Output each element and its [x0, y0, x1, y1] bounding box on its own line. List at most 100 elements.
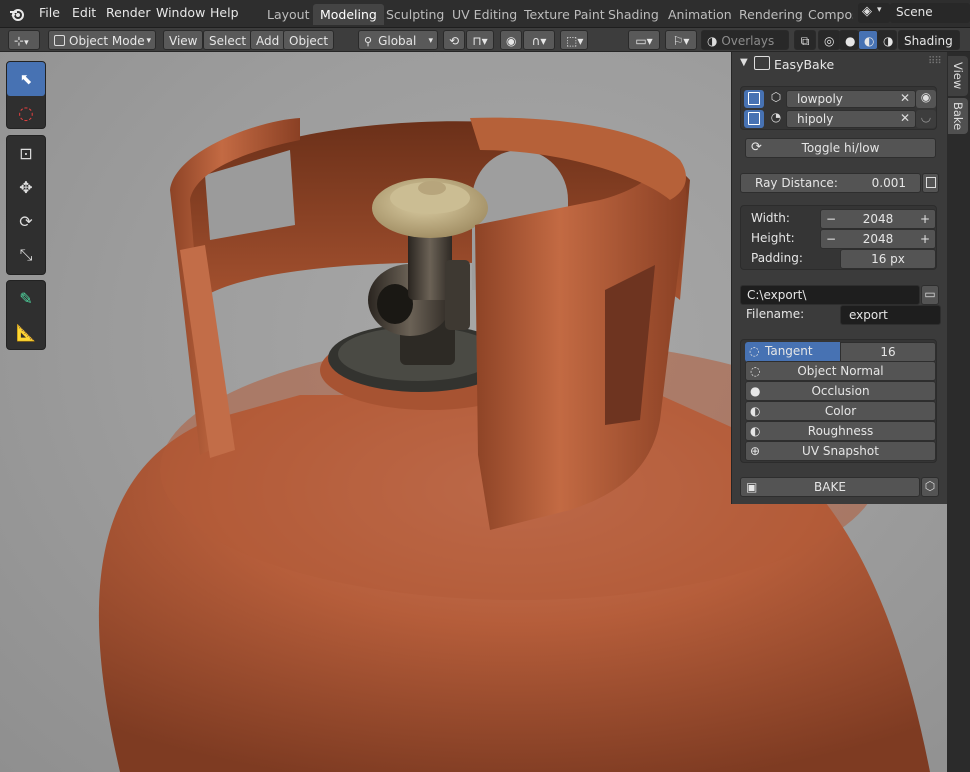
decrement-height-icon[interactable]: −	[826, 230, 836, 248]
shading-dropdown[interactable]: Shading ▾	[898, 30, 960, 68]
roughness-sphere-icon: ◐	[750, 424, 761, 438]
clear-lowpoly-icon[interactable]: ✕	[900, 91, 910, 105]
increment-height-icon[interactable]: +	[920, 230, 930, 248]
ray-distance-field[interactable]: Ray Distance: 0.001	[740, 173, 921, 193]
orientation-dropdown[interactable]: ⚲ Global ▾	[358, 30, 438, 50]
occlusion-toggle[interactable]: ● Occlusion	[745, 381, 936, 401]
scene-selector[interactable]: ◈ ▾	[858, 3, 890, 23]
uv-snapshot-toggle[interactable]: ⊕ UV Snapshot	[745, 441, 936, 461]
select-menu[interactable]: Select	[203, 30, 253, 50]
tab-modeling[interactable]: Modeling	[313, 4, 384, 25]
overlays-label: Overlays	[721, 34, 775, 48]
menu-window[interactable]: Window	[150, 4, 211, 22]
lowpoly-field[interactable]: lowpoly	[786, 90, 916, 108]
hipoly-field[interactable]: hipoly	[786, 110, 916, 128]
roughness-toggle[interactable]: ◐ Roughness	[745, 421, 936, 441]
wireframe-shading-button[interactable]: ◎	[818, 30, 840, 50]
folder-icon[interactable]: ▭	[921, 285, 939, 305]
overlays-icon: ◑	[707, 34, 718, 48]
toggle-hi-low-button[interactable]: ⟳ Toggle hi/low	[745, 138, 936, 158]
viewport-header: ⊹▾ Object Mode ▾ View Select Add Object ⚲…	[0, 28, 970, 68]
menu-file[interactable]: File	[33, 4, 66, 22]
clear-hipoly-icon[interactable]: ✕	[900, 111, 910, 125]
tangent-normal-samples[interactable]: 16	[840, 342, 936, 362]
decrement-width-icon[interactable]: −	[826, 210, 836, 228]
export-path-value: C:\export\	[747, 288, 807, 302]
mesh-bake-icon[interactable]: ⬡	[921, 477, 939, 497]
collection-icon	[748, 112, 760, 125]
snap-target-button[interactable]: ⊓▾	[466, 30, 494, 50]
mode-dropdown[interactable]: Object Mode ▾	[48, 30, 156, 50]
tab-layout[interactable]: Layout	[260, 4, 317, 25]
mesh-icon: ⬡	[770, 90, 782, 104]
padding-field[interactable]: 16 px	[840, 249, 936, 269]
tab-animation[interactable]: Animation	[661, 4, 739, 25]
collapse-triangle-icon[interactable]: ▼	[740, 57, 748, 68]
view-menu[interactable]: View	[163, 30, 204, 50]
tab-shading[interactable]: Shading	[601, 4, 666, 25]
menu-render[interactable]: Render	[100, 4, 157, 22]
add-menu[interactable]: Add	[250, 30, 286, 50]
tangent-normal-toggle[interactable]: ◌Tangent Nor..	[745, 342, 840, 376]
collection-icon	[748, 92, 760, 105]
object-menu[interactable]: Object	[283, 30, 335, 50]
tab-bake[interactable]: Bake	[948, 98, 968, 134]
object-type-visibility-button[interactable]: ▭▾	[628, 30, 660, 50]
scale-tool[interactable]: ⤡	[7, 238, 45, 272]
rotate-icon: ⟳	[19, 211, 33, 231]
proportional-edit-button[interactable]: ◉	[500, 30, 522, 50]
object-normal-label: Object Normal	[797, 364, 884, 378]
tab-compositing[interactable]: Compos	[801, 4, 853, 25]
width-field[interactable]: − 2048 +	[820, 209, 936, 229]
move-tool[interactable]: ✥	[7, 170, 45, 204]
overlays-dropdown[interactable]: ◑ Overlays ▾	[701, 30, 789, 68]
falloff-button[interactable]: ∩▾	[523, 30, 555, 50]
measure-tool[interactable]: 📐	[7, 315, 45, 349]
object-normal-toggle[interactable]: ◌ Object Normal	[745, 361, 936, 381]
viewport-gizmos-button[interactable]: ⚐▾	[665, 30, 697, 50]
blender-logo-icon[interactable]	[8, 5, 26, 23]
rotate-tool[interactable]: ⟳	[7, 204, 45, 238]
tool-group-transform: ⊡ ✥ ⟳ ⤡	[6, 135, 46, 275]
eye-icon[interactable]: ◉	[916, 90, 936, 108]
tab-texture-paint[interactable]: Texture Paint	[517, 4, 612, 25]
select-box-tool[interactable]: ⬉	[7, 62, 45, 96]
width-value: 2048	[862, 212, 894, 226]
material-preview-button[interactable]: ◐	[858, 30, 878, 50]
annotate-tool[interactable]: ✎	[7, 281, 45, 315]
wireframe-icon: ◎	[824, 34, 835, 48]
tab-sculpting[interactable]: Sculpting	[379, 4, 451, 25]
move-tool-box[interactable]: ⊡	[7, 136, 45, 170]
pivot-point-button[interactable]: ⟲	[443, 30, 465, 50]
filename-field[interactable]: export	[840, 305, 941, 325]
tab-rendering[interactable]: Rendering	[732, 4, 810, 25]
menu-help[interactable]: Help	[204, 4, 245, 22]
lowpoly-collection-button[interactable]	[744, 90, 764, 108]
tab-bake-label: Bake	[951, 101, 965, 131]
color-toggle[interactable]: ◐ Color	[745, 401, 936, 421]
scene-name-field[interactable]: Scene	[890, 3, 970, 23]
height-value: 2048	[862, 232, 894, 246]
height-field[interactable]: − 2048 +	[820, 229, 936, 249]
gizmo-button[interactable]: ⬚▾	[560, 30, 588, 50]
editor-type-button[interactable]: ⊹▾	[8, 30, 40, 50]
eye-closed-icon[interactable]: ◡	[916, 110, 936, 128]
menu-edit[interactable]: Edit	[66, 4, 102, 22]
cage-toggle-button[interactable]	[922, 173, 939, 193]
easybake-panel: ▼ EasyBake ⠿⠿ ⬡ lowpoly ✕ ◉ ◔ hipoly ✕ ◡…	[731, 52, 947, 504]
rendered-shading-button[interactable]: ◑	[877, 30, 897, 50]
shading-label: Shading	[904, 34, 953, 48]
tab-uv-editing[interactable]: UV Editing	[445, 4, 524, 25]
solid-shading-button[interactable]: ●	[839, 30, 859, 50]
bake-button[interactable]: ▣ BAKE	[740, 477, 920, 497]
falloff-curve-icon: ∩▾	[531, 34, 547, 48]
cursor-arrow-icon: ⬉	[19, 70, 33, 88]
orientation-label: Global	[378, 34, 417, 48]
cursor-tool[interactable]: ◌	[7, 96, 45, 130]
xray-toggle[interactable]: ⧉	[794, 30, 816, 50]
hipoly-collection-button[interactable]	[744, 110, 764, 128]
export-path-field[interactable]: C:\export\	[740, 285, 920, 305]
increment-width-icon[interactable]: +	[920, 210, 930, 228]
tab-view[interactable]: View	[948, 56, 968, 96]
drag-handle-icon[interactable]: ⠿⠿	[928, 56, 942, 67]
